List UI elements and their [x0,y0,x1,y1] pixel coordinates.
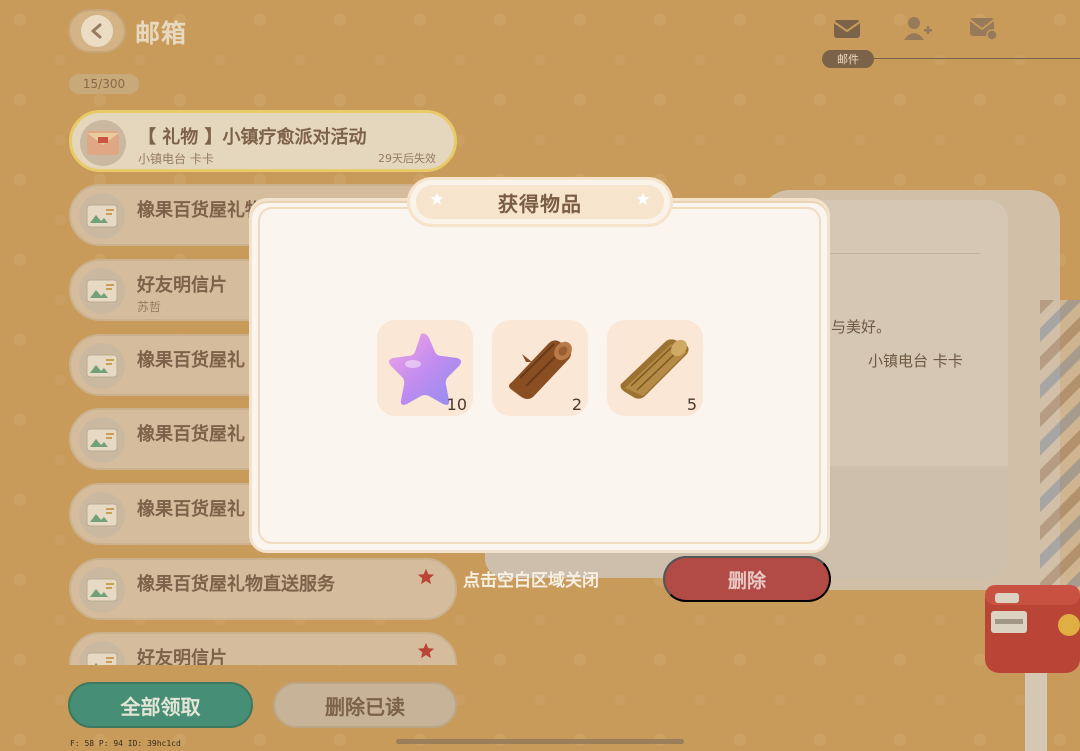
debug-info: F: 58 P: 94 ID: 39hc1cd [70,739,181,748]
modal-header: 获得物品 [407,177,673,227]
header-star-icon [430,192,444,205]
reward-slot[interactable]: 2 [492,320,588,416]
reward-count: 5 [686,395,697,414]
reward-slot[interactable]: 10 [377,320,473,416]
header-star-icon [636,192,650,205]
delete-button[interactable]: 删除 [663,556,831,602]
reward-count: 10 [446,395,467,414]
reward-slot[interactable]: 5 [607,320,703,416]
modal-title: 获得物品 [498,191,582,216]
home-indicator[interactable] [396,739,684,744]
reward-count: 2 [571,395,582,414]
close-hint: 点击空白区域关闭 [463,571,599,591]
